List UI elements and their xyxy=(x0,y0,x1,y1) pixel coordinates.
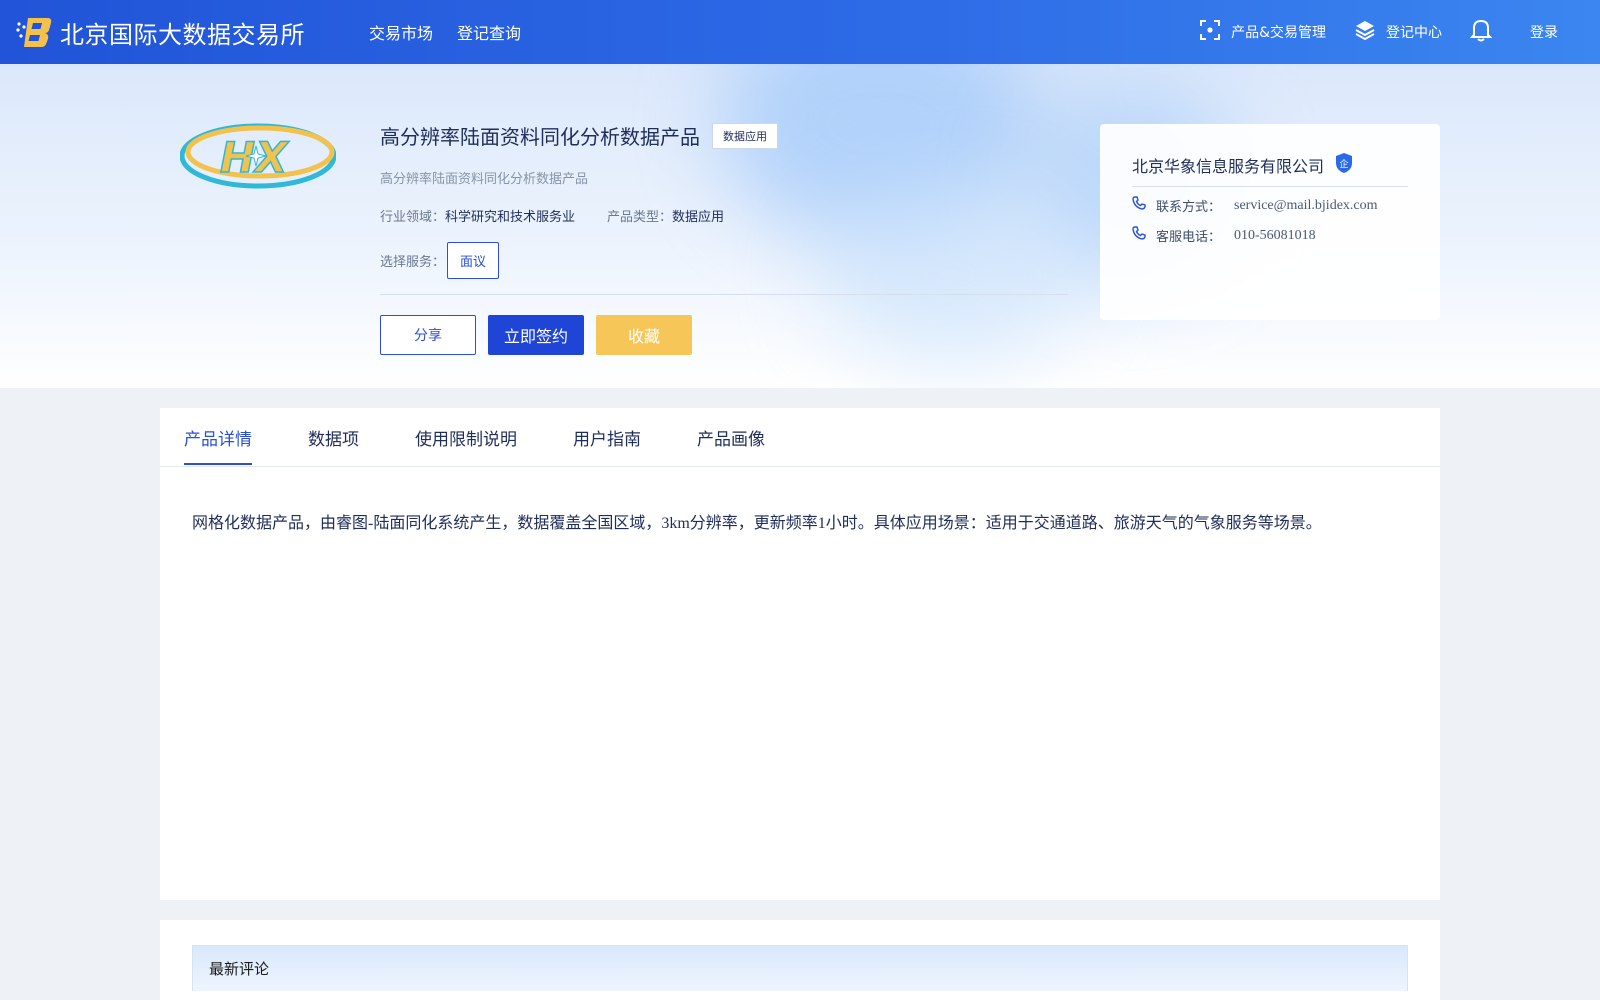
register-center-label: 登记中心 xyxy=(1386,25,1442,41)
phone-number: 010-56081018 xyxy=(1234,227,1316,243)
tabs-divider xyxy=(160,466,1440,467)
product-actions: 分享 立即签约 收藏 xyxy=(380,315,704,355)
contact-email[interactable]: service@mail.bjidex.com xyxy=(1234,198,1378,214)
company-name[interactable]: 北京华象信息服务有限公司 xyxy=(1132,153,1324,177)
comments-title: 最新评论 xyxy=(209,960,270,978)
comments-header: 最新评论 xyxy=(192,945,1408,991)
login-label: 登录 xyxy=(1530,25,1558,41)
industry-label: 行业领域： xyxy=(380,210,446,225)
contact-label: 联系方式： xyxy=(1156,200,1222,215)
top-nav-bar: 北京国际大数据交易所 交易市场 登记查询 产品&交易管理 登记中心 登录 xyxy=(0,0,1600,64)
phone-label: 客服电话： xyxy=(1156,230,1222,245)
site-title: 北京国际大数据交易所 xyxy=(60,20,305,49)
phone-icon xyxy=(1132,196,1146,215)
notification-button[interactable] xyxy=(1469,18,1502,46)
product-trade-mgmt-label: 产品&交易管理 xyxy=(1231,25,1326,41)
nav-link-market[interactable]: 交易市场 xyxy=(369,20,433,44)
login-link[interactable]: 登录 xyxy=(1530,22,1558,42)
industry-field: 行业领域：科学研究和技术服务业 xyxy=(380,206,575,225)
company-divider xyxy=(1132,186,1408,187)
product-type-label: 产品类型： xyxy=(607,210,673,225)
product-title-row: 高分辨率陆面资料同化分析数据产品 数据应用 xyxy=(380,121,778,150)
tab-product-portrait[interactable]: 产品画像 xyxy=(697,408,765,466)
phone-icon xyxy=(1132,226,1146,245)
scan-frame-icon xyxy=(1199,19,1231,45)
enterprise-verified-icon: 企 xyxy=(1324,152,1354,178)
tab-user-guide[interactable]: 用户指南 xyxy=(573,408,641,466)
product-vendor-logo: HX xyxy=(179,120,337,192)
product-detail-panel: 产品详情 数据项 使用限制说明 用户指南 产品画像 网格化数据产品，由睿图-陆面… xyxy=(160,408,1440,900)
company-contact-row: 联系方式： service@mail.bjidex.com xyxy=(1132,196,1378,215)
sign-now-button[interactable]: 立即签约 xyxy=(488,315,584,355)
industry-value: 科学研究和技术服务业 xyxy=(445,210,576,225)
main-nav: 交易市场 登记查询 xyxy=(369,20,545,44)
nav-link-registry-query[interactable]: 登记查询 xyxy=(457,20,521,44)
nav-right: 产品&交易管理 登记中心 登录 xyxy=(1171,0,1558,64)
share-button[interactable]: 分享 xyxy=(380,315,476,355)
service-option-negotiable[interactable]: 面议 xyxy=(447,242,500,279)
comments-panel: 最新评论 xyxy=(160,920,1440,1000)
product-description: 网格化数据产品，由睿图-陆面同化系统产生，数据覆盖全国区域，3km分辨率，更新频… xyxy=(192,515,1322,532)
register-center-link[interactable]: 登记中心 xyxy=(1354,19,1442,45)
service-selector: 选择服务： 面议 xyxy=(380,242,500,279)
tab-usage-restrictions[interactable]: 使用限制说明 xyxy=(415,408,517,466)
product-subtitle: 高分辨率陆面资料同化分析数据产品 xyxy=(380,172,589,187)
tab-product-detail[interactable]: 产品详情 xyxy=(184,408,252,466)
service-label: 选择服务： xyxy=(380,255,446,270)
company-header: 北京华象信息服务有限公司 企 xyxy=(1132,152,1354,178)
bell-icon xyxy=(1469,18,1502,46)
svg-text:企: 企 xyxy=(1340,158,1349,170)
layers-icon xyxy=(1354,19,1386,45)
product-type-field: 产品类型：数据应用 xyxy=(607,206,724,225)
product-trade-mgmt-link[interactable]: 产品&交易管理 xyxy=(1199,19,1326,45)
product-meta: 行业领域：科学研究和技术服务业 产品类型：数据应用 xyxy=(380,206,756,225)
tab-data-items[interactable]: 数据项 xyxy=(308,408,359,466)
product-type-tag: 数据应用 xyxy=(712,122,778,149)
detail-tabs: 产品详情 数据项 使用限制说明 用户指南 产品画像 xyxy=(184,408,821,466)
company-phone-row: 客服电话： 010-56081018 xyxy=(1132,226,1316,245)
product-title: 高分辨率陆面资料同化分析数据产品 xyxy=(380,125,700,149)
bjidex-logo-icon xyxy=(16,16,52,48)
site-logo[interactable]: 北京国际大数据交易所 xyxy=(16,15,305,50)
favorite-button[interactable]: 收藏 xyxy=(596,315,692,355)
divider xyxy=(380,294,1068,295)
company-card: 北京华象信息服务有限公司 企 联系方式： service@mail.bjidex… xyxy=(1100,124,1440,320)
product-type-value: 数据应用 xyxy=(672,210,725,225)
